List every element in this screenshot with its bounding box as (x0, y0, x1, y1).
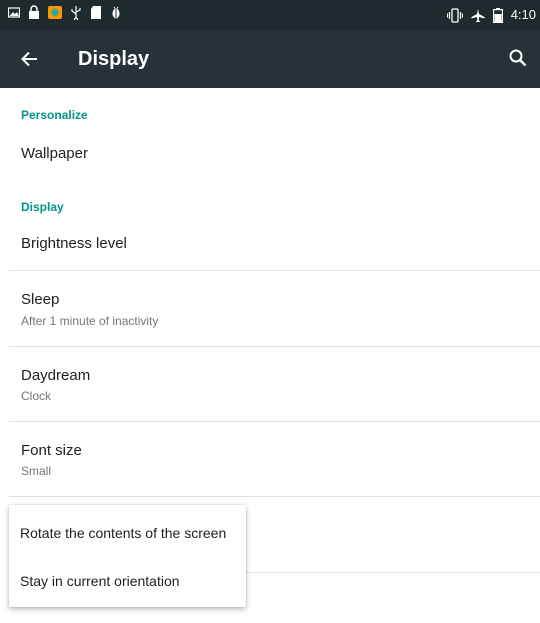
page-title: Display (78, 48, 150, 70)
setting-title: Daydream (21, 367, 91, 384)
setting-wallpaper[interactable]: Wallpaper (0, 132, 540, 182)
vibrate-icon (446, 7, 463, 23)
toolbar: Display (0, 30, 540, 88)
setting-title: Sleep (21, 291, 60, 308)
system-icons: 4:10 (446, 5, 536, 25)
clock-time: 4:10 (510, 7, 536, 22)
app-icon (48, 6, 62, 19)
menu-item-label: Stay in current orientation (20, 573, 180, 589)
setting-font-size[interactable]: Font size Small (0, 422, 540, 496)
sd-card-icon (91, 6, 101, 19)
arrow-left-icon[interactable] (18, 47, 42, 71)
usb-icon (71, 6, 81, 20)
setting-summary: Clock (21, 389, 52, 403)
setting-summary: Small (21, 464, 52, 478)
section-header-display: Display (21, 200, 64, 214)
setting-title: Font size (21, 442, 82, 459)
notification-icons (8, 5, 122, 20)
debug-icon (112, 6, 120, 19)
menu-item-stay-current-orientation[interactable]: Stay in current orientation (9, 559, 246, 605)
setting-title: Brightness level (21, 235, 127, 252)
section-header-personalize: Personalize (21, 108, 88, 122)
setting-summary: After 1 minute of inactivity (21, 314, 159, 328)
airplane-icon (471, 8, 485, 22)
setting-sleep[interactable]: Sleep After 1 minute of inactivity (0, 271, 540, 346)
setting-brightness-level[interactable]: Brightness level (0, 222, 540, 270)
divider (9, 496, 540, 497)
battery-icon (492, 7, 503, 23)
search-icon[interactable] (506, 46, 530, 70)
menu-item-label: Rotate the contents of the screen (20, 525, 227, 541)
status-bar: 4:10 (0, 0, 540, 30)
lock-icon (29, 5, 39, 19)
setting-title: Wallpaper (21, 145, 88, 162)
setting-daydream[interactable]: Daydream Clock (0, 347, 540, 421)
menu-item-rotate-contents[interactable]: Rotate the contents of the screen (9, 511, 246, 557)
image-icon (8, 7, 20, 18)
rotation-menu: Rotate the contents of the screen Stay i… (9, 505, 246, 607)
